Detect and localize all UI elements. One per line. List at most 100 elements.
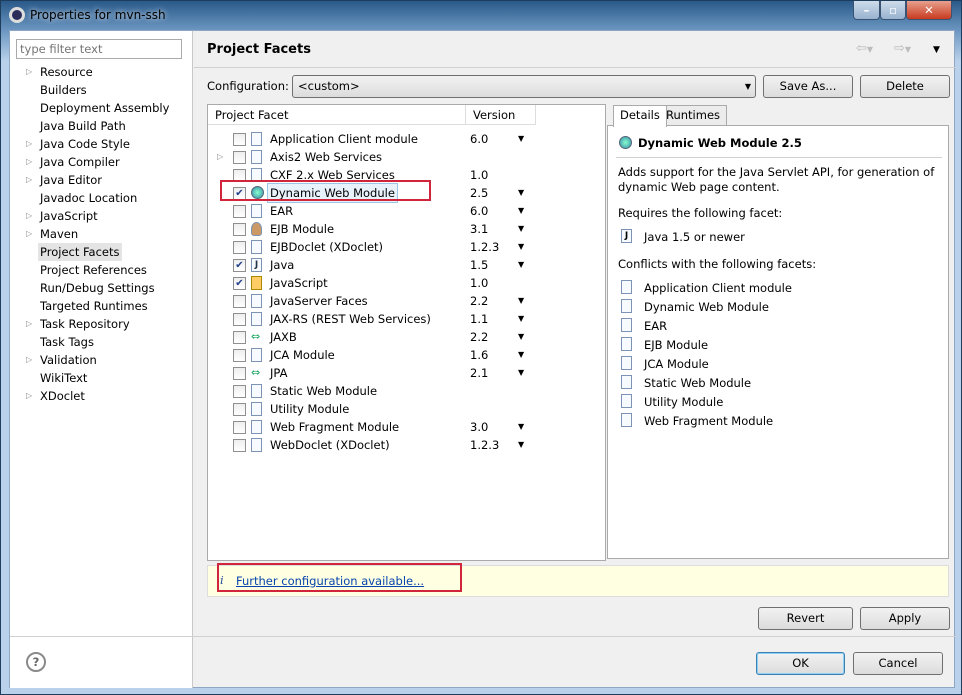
expand-icon[interactable]: ▷ [26, 135, 32, 153]
sidebar-item[interactable]: Java Build Path [40, 117, 126, 135]
page-icon [251, 438, 262, 452]
expand-icon[interactable]: ▷ [26, 315, 32, 333]
sidebar-item[interactable]: Project References [40, 261, 147, 279]
sidebar-item[interactable]: ▷ Validation [26, 351, 97, 369]
facet-row[interactable]: Utility Module [208, 400, 606, 418]
facet-name: WebDoclet (XDoclet) [270, 438, 390, 452]
version-dropdown-icon[interactable]: ▼ [518, 328, 524, 346]
facet-row[interactable]: ⇔ JAXB 2.2 ▼ [208, 328, 606, 346]
version-dropdown-icon[interactable]: ▼ [518, 436, 524, 454]
ok-button[interactable]: OK [756, 652, 845, 675]
facet-checkbox[interactable] [233, 205, 246, 218]
page-icon [251, 204, 262, 218]
sidebar-item[interactable]: Task Tags [40, 333, 94, 351]
column-header-facet[interactable]: Project Facet [208, 105, 466, 125]
facet-row[interactable]: ▷ Axis2 Web Services [208, 148, 606, 166]
facet-row[interactable]: JavaServer Faces 2.2 ▼ [208, 292, 606, 310]
facet-row[interactable]: Web Fragment Module 3.0 ▼ [208, 418, 606, 436]
facet-checkbox[interactable] [233, 241, 246, 254]
sidebar-item[interactable]: Project Facets [38, 243, 122, 261]
expand-icon[interactable]: ▷ [26, 63, 32, 81]
facet-checkbox[interactable] [233, 133, 246, 146]
sidebar-item-label: Project References [40, 263, 147, 277]
apply-button[interactable]: Apply [860, 607, 950, 630]
expand-icon[interactable]: ▷ [26, 387, 32, 405]
expand-icon[interactable]: ▷ [26, 153, 32, 171]
delete-button[interactable]: Delete [860, 75, 950, 98]
sidebar-item[interactable]: Deployment Assembly [40, 99, 169, 117]
sidebar-item[interactable]: ▷ XDoclet [26, 387, 85, 405]
tab-details[interactable]: Details [613, 105, 667, 127]
sidebar-item[interactable]: WikiText [40, 369, 87, 387]
facet-name: JavaServer Faces [270, 294, 368, 308]
forward-icon[interactable]: ⇨▼ [894, 41, 911, 56]
sidebar-item[interactable]: Javadoc Location [40, 189, 137, 207]
version-dropdown-icon[interactable]: ▼ [518, 202, 524, 220]
view-menu-icon[interactable]: ▼ [933, 45, 940, 55]
sidebar-item[interactable]: ▷ Java Compiler [26, 153, 120, 171]
facet-checkbox[interactable] [233, 295, 246, 308]
facet-checkbox[interactable] [233, 385, 246, 398]
facet-row[interactable]: JAX-RS (REST Web Services) 1.1 ▼ [208, 310, 606, 328]
sidebar-item[interactable]: Builders [40, 81, 87, 99]
sidebar-item[interactable]: ▷ Java Editor [26, 171, 102, 189]
configuration-dropdown[interactable]: <custom> ▼ [292, 75, 756, 98]
expand-icon[interactable]: ▷ [217, 148, 223, 166]
facet-row[interactable]: ✔ J Java 1.5 ▼ [208, 256, 606, 274]
maximize-button[interactable]: ▫ [880, 1, 906, 20]
version-dropdown-icon[interactable]: ▼ [518, 238, 524, 256]
facet-checkbox[interactable] [233, 367, 246, 380]
facet-row[interactable]: EJB Module 3.1 ▼ [208, 220, 606, 238]
facet-checkbox[interactable]: ✔ [233, 277, 246, 290]
sidebar-item[interactable]: Targeted Runtimes [40, 297, 148, 315]
facet-checkbox[interactable] [233, 223, 246, 236]
cancel-button[interactable]: Cancel [853, 652, 943, 675]
filter-input[interactable] [16, 39, 182, 59]
revert-button[interactable]: Revert [758, 607, 853, 630]
version-dropdown-icon[interactable]: ▼ [518, 130, 524, 148]
facet-checkbox[interactable]: ✔ [233, 259, 246, 272]
version-dropdown-icon[interactable]: ▼ [518, 256, 524, 274]
sidebar-item[interactable]: ▷ Java Code Style [26, 135, 130, 153]
version-dropdown-icon[interactable]: ▼ [518, 220, 524, 238]
close-button[interactable]: ✕ [906, 1, 952, 20]
facet-row[interactable]: JCA Module 1.6 ▼ [208, 346, 606, 364]
facet-row[interactable]: EAR 6.0 ▼ [208, 202, 606, 220]
help-icon[interactable]: ? [26, 652, 46, 672]
facet-checkbox[interactable] [233, 349, 246, 362]
version-dropdown-icon[interactable]: ▼ [518, 364, 524, 382]
facet-row[interactable]: ✔ JavaScript 1.0 [208, 274, 606, 292]
version-dropdown-icon[interactable]: ▼ [518, 346, 524, 364]
save-as-button[interactable]: Save As... [763, 75, 853, 98]
version-dropdown-icon[interactable]: ▼ [518, 292, 524, 310]
expand-icon[interactable]: ▷ [26, 207, 32, 225]
facet-icon [621, 337, 632, 351]
sidebar-item[interactable]: Run/Debug Settings [40, 279, 155, 297]
facet-checkbox[interactable] [233, 421, 246, 434]
sidebar-item[interactable]: ▷ JavaScript [26, 207, 98, 225]
facet-checkbox[interactable] [233, 151, 246, 164]
facet-checkbox[interactable] [233, 331, 246, 344]
facet-row[interactable]: ⇔ JPA 2.1 ▼ [208, 364, 606, 382]
facet-checkbox[interactable] [233, 403, 246, 416]
requires-label: Requires the following facet: [618, 206, 783, 220]
sidebar-item[interactable]: ▷ Task Repository [26, 315, 130, 333]
minimize-button[interactable]: – [853, 1, 880, 20]
expand-icon[interactable]: ▷ [26, 171, 32, 189]
facet-checkbox[interactable] [233, 313, 246, 326]
facet-row[interactable]: Static Web Module [208, 382, 606, 400]
back-icon[interactable]: ⇦▼ [856, 41, 873, 56]
facet-row[interactable]: EJBDoclet (XDoclet) 1.2.3 ▼ [208, 238, 606, 256]
facet-checkbox[interactable] [233, 439, 246, 452]
expand-icon[interactable]: ▷ [26, 225, 32, 243]
sidebar-item[interactable]: ▷ Resource [26, 63, 93, 81]
sidebar-item[interactable]: ▷ Maven [26, 225, 78, 243]
version-dropdown-icon[interactable]: ▼ [518, 184, 524, 202]
version-dropdown-icon[interactable]: ▼ [518, 310, 524, 328]
version-dropdown-icon[interactable]: ▼ [518, 418, 524, 436]
tab-runtimes[interactable]: Runtimes [659, 105, 728, 126]
column-header-version[interactable]: Version [466, 105, 536, 125]
facet-row[interactable]: WebDoclet (XDoclet) 1.2.3 ▼ [208, 436, 606, 454]
expand-icon[interactable]: ▷ [26, 351, 32, 369]
facet-row[interactable]: Application Client module 6.0 ▼ [208, 130, 606, 148]
